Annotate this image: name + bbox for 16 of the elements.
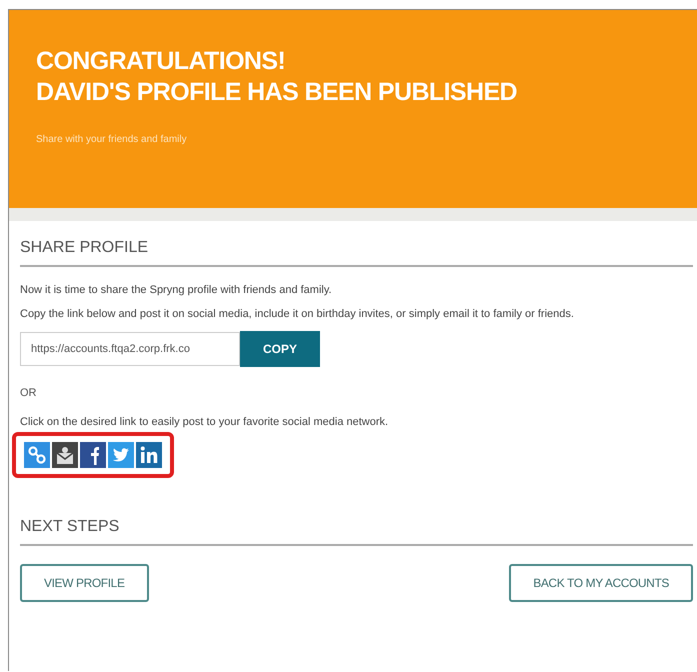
link-field[interactable]: https://accounts.ftqa2.corp.frk.co — [20, 332, 240, 366]
copy-button[interactable]: COPY — [240, 331, 320, 367]
facebook-icon[interactable] — [80, 442, 106, 468]
envelope-person-icon[interactable] — [52, 442, 78, 468]
section-heading: SHARE PROFILE — [20, 239, 148, 256]
section-heading: NEXT STEPS — [20, 518, 120, 535]
paragraph: Copy the link below and post it on social media, include it on birthday invites, or simply email it to family or friends. — [20, 307, 575, 322]
instruction-text: Click on the desired link to easily post to your favorite social media network. — [20, 416, 390, 428]
link-icon[interactable] — [24, 442, 50, 468]
banner-title: CONGRATULATIONS! DAVID'S PROFILE HAS BEEN PUBLISHED — [36, 46, 518, 108]
linkedin-icon[interactable] — [136, 442, 162, 468]
back-button[interactable]: BACK TO MY ACCOUNTS — [509, 564, 693, 602]
view-profile-button[interactable]: VIEW PROFILE — [20, 564, 149, 602]
banner-subtitle: Share with your friends and family — [36, 134, 187, 145]
or-text: OR — [20, 387, 38, 399]
paragraph: Now it is time to share the Spryng profile with friends and family. — [20, 283, 333, 298]
